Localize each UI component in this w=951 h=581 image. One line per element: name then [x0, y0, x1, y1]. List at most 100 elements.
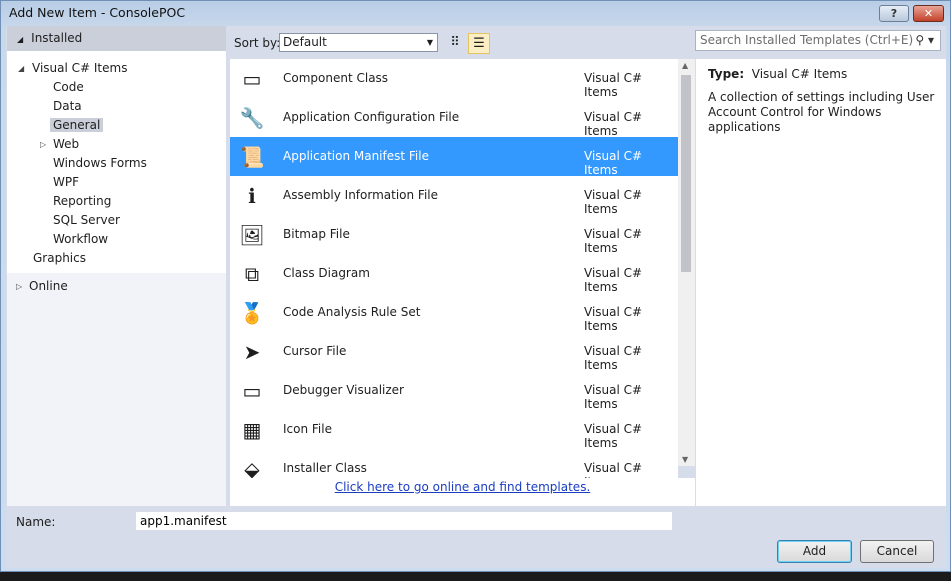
collapsed-icon: ▷	[16, 282, 23, 291]
template-item[interactable]: ▭ Component Class Visual C# Items	[230, 59, 678, 99]
rule-set-icon: 🏅	[239, 301, 265, 325]
tree-node-visual-csharp[interactable]: ◢ Visual C# Items	[7, 59, 226, 78]
collapse-icon: ◢	[17, 35, 24, 44]
tree-node-reporting[interactable]: Reporting	[7, 192, 226, 211]
node-label: General	[50, 118, 104, 132]
template-type: Visual C# Items	[584, 344, 643, 372]
template-item[interactable]: ℹ Assembly Information File Visual C# Item…	[230, 176, 678, 216]
node-label: Workflow	[53, 232, 109, 246]
node-label: WPF	[53, 175, 80, 189]
type-label: Type:	[708, 67, 745, 81]
template-type: Visual C# Items	[584, 110, 643, 138]
template-name: Component Class	[283, 71, 389, 85]
template-item[interactable]: ➤ Cursor File Visual C# Items	[230, 332, 678, 372]
template-type: Visual C# Items	[584, 227, 643, 255]
template-item[interactable]: ⬙ Installer Class Visual C# Items	[230, 449, 678, 478]
debugger-visualizer-icon: ▭	[242, 379, 262, 403]
node-label: Windows Forms	[53, 156, 147, 170]
manifest-file-icon: 📜	[239, 145, 265, 169]
template-item[interactable]: 🖼 Bitmap File Visual C# Items	[230, 215, 678, 255]
class-diagram-icon: ⧉	[244, 262, 260, 286]
template-type: Visual C# Items	[584, 461, 643, 478]
tree-node-windows-forms[interactable]: Windows Forms	[7, 154, 226, 173]
template-name: Cursor File	[283, 344, 347, 358]
template-type: Visual C# Items	[584, 71, 643, 99]
template-type: Visual C# Items	[584, 383, 643, 411]
tree-node-wpf[interactable]: WPF	[7, 173, 226, 192]
add-button[interactable]: Add	[777, 540, 852, 563]
tree-node-online[interactable]: ▷ Online	[7, 277, 226, 296]
template-name: Installer Class	[283, 461, 367, 475]
template-item[interactable]: 🏅 Code Analysis Rule Set Visual C# Items	[230, 293, 678, 333]
online-templates-area: Click here to go online and find templat…	[230, 478, 695, 506]
template-name: Code Analysis Rule Set	[283, 305, 421, 319]
node-label: Code	[53, 80, 84, 94]
node-label: Data	[53, 99, 82, 113]
tree-header-installed[interactable]: ◢ Installed	[7, 26, 226, 51]
window-title: Add New Item - ConsolePOC	[9, 5, 186, 20]
scroll-down-icon[interactable]: ▼	[682, 455, 688, 464]
template-item[interactable]: ▭ Debugger Visualizer Visual C# Items	[230, 371, 678, 411]
installed-label: Installed	[31, 31, 83, 45]
search-input[interactable]: Search Installed Templates (Ctrl+E) ⚲ ▾	[695, 30, 941, 51]
template-name: Bitmap File	[283, 227, 350, 241]
details-panel: Type: Visual C# Items A collection of se…	[696, 59, 946, 506]
tree-node-graphics[interactable]: Graphics	[7, 249, 226, 268]
template-name: Application Configuration File	[283, 110, 460, 124]
collapsed-icon: ▷	[40, 140, 47, 149]
sort-select[interactable]: Default ▼	[279, 33, 438, 52]
template-type: Visual C# Items	[584, 266, 643, 294]
tree-node-data[interactable]: Data	[7, 97, 226, 116]
scroll-thumb[interactable]	[681, 75, 691, 272]
component-class-icon: ▭	[242, 67, 262, 91]
tree-node-workflow[interactable]: Workflow	[7, 230, 226, 249]
template-name: Application Manifest File	[283, 149, 429, 163]
tree-node-sql-server[interactable]: SQL Server	[7, 211, 226, 230]
add-new-item-dialog: Add New Item - ConsolePOC ? ✕ ◢ Installed…	[0, 0, 951, 572]
installer-class-icon: ⬙	[244, 457, 260, 478]
template-item[interactable]: ▦ Icon File Visual C# Items	[230, 410, 678, 450]
template-type: Visual C# Items	[584, 188, 643, 216]
node-label: Visual C# Items	[32, 61, 128, 75]
name-input[interactable]	[136, 512, 672, 530]
template-tree-panel: ◢ Installed ◢ Visual C# Items Code Data Gene…	[7, 26, 226, 506]
template-item[interactable]: ⧉ Class Diagram Visual C# Items	[230, 254, 678, 294]
icon-file-icon: ▦	[242, 418, 262, 442]
template-type: Visual C# Items	[584, 149, 643, 177]
node-label: Web	[53, 137, 80, 151]
bitmap-icon: 🖼	[239, 223, 265, 247]
search-placeholder: Search Installed Templates (Ctrl+E)	[700, 33, 914, 47]
config-file-icon: 🔧	[239, 106, 265, 130]
list-scrollbar[interactable]: ▲ ▼	[678, 59, 695, 466]
sort-value: Default	[283, 35, 327, 49]
type-value: Visual C# Items	[751, 67, 848, 81]
template-type: Visual C# Items	[584, 422, 643, 450]
scroll-up-icon[interactable]: ▲	[682, 61, 688, 70]
close-button[interactable]: ✕	[913, 5, 944, 22]
tree-node-web[interactable]: ▷ Web	[7, 135, 226, 154]
search-icon[interactable]: ⚲ ▾	[915, 31, 934, 50]
list-view-button[interactable]: ☰	[468, 33, 490, 54]
expanded-icon: ◢	[18, 64, 25, 73]
node-label: Online	[29, 279, 68, 293]
node-label: SQL Server	[53, 213, 120, 227]
online-templates-link[interactable]: Click here to go online and find templat…	[335, 480, 591, 494]
chevron-down-icon: ▼	[426, 38, 433, 47]
cancel-button[interactable]: Cancel	[860, 540, 934, 563]
cursor-icon: ➤	[243, 340, 261, 364]
name-label: Name:	[16, 515, 56, 529]
assembly-info-icon: ℹ	[248, 184, 256, 208]
small-icons-view-button[interactable]: ⠿	[444, 33, 466, 54]
template-name: Assembly Information File	[283, 188, 439, 202]
tree: ◢ Visual C# Items Code Data General ▷ Web Wind…	[7, 51, 226, 273]
dialog-client: ◢ Installed ◢ Visual C# Items Code Data Gene…	[6, 26, 946, 568]
tree-node-code[interactable]: Code	[7, 78, 226, 97]
template-item[interactable]: 📜 Application Manifest File Visual C# Item…	[230, 137, 678, 177]
template-item[interactable]: 🔧 Application Configuration File Visual C#…	[230, 98, 678, 138]
help-button[interactable]: ?	[879, 5, 909, 22]
template-name: Class Diagram	[283, 266, 370, 280]
template-type: Visual C# Items	[584, 305, 643, 333]
template-name: Debugger Visualizer	[283, 383, 404, 397]
tree-node-general[interactable]: General	[7, 116, 226, 135]
node-label: Reporting	[53, 194, 112, 208]
